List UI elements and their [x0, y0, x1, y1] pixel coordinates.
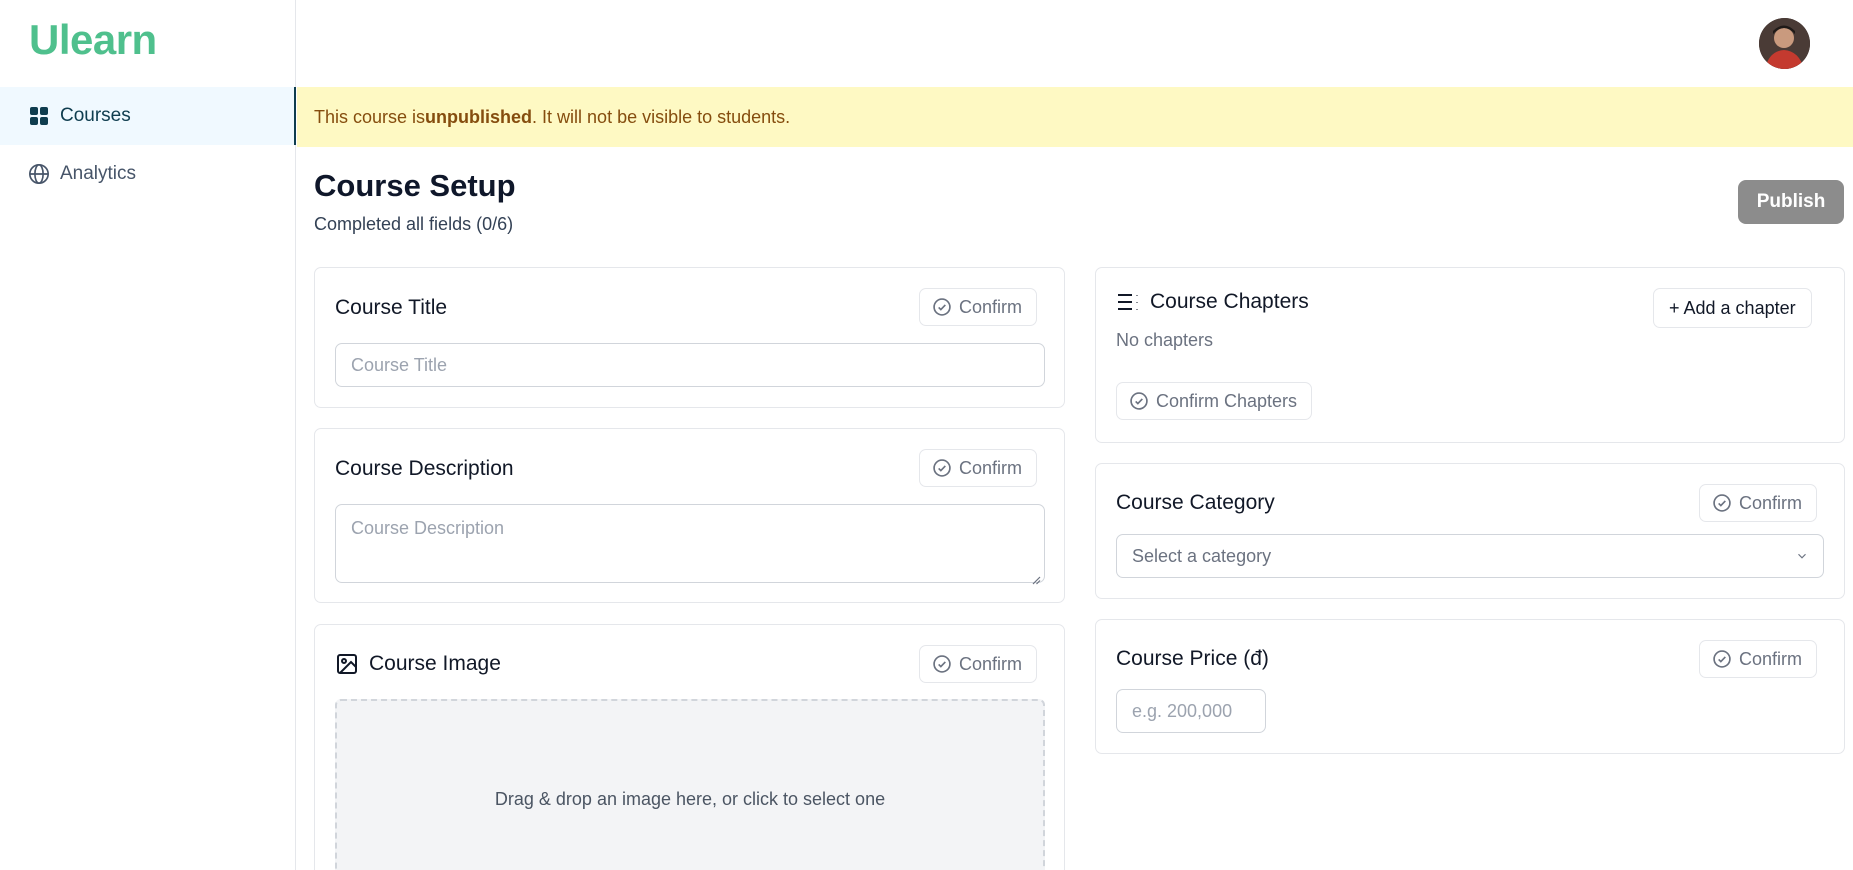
course-category-label: Course Category: [1116, 491, 1275, 514]
confirm-title-button[interactable]: Confirm: [919, 288, 1038, 326]
course-image-heading: Course Image: [335, 652, 501, 676]
course-title-label: Course Title: [335, 296, 448, 319]
course-price-card: Course Price (đ) Confirm e.g. 200,000: [1095, 619, 1845, 754]
confirm-category-button[interactable]: Confirm: [1699, 484, 1818, 522]
confirm-label: Confirm: [1739, 492, 1803, 513]
course-description-card: Course Description Confirm Course Descri…: [314, 428, 1065, 603]
course-title-card: Course Title Confirm Course Title: [314, 267, 1065, 408]
course-price-label: Course Price (đ): [1116, 647, 1269, 670]
sidebar-item-label: Courses: [60, 105, 131, 126]
description-placeholder: Course Description: [351, 518, 505, 538]
check-circle-icon: [1712, 493, 1732, 513]
avatar[interactable]: [1759, 18, 1810, 69]
confirm-label: Confirm Chapters: [1156, 390, 1298, 411]
list-icon: [1116, 290, 1140, 314]
course-image-card: Course Image Confirm Drag & drop an imag…: [314, 624, 1065, 870]
page-title: Course Setup: [314, 168, 516, 203]
chevron-down-icon: [1795, 549, 1809, 563]
course-chapters-card: Course Chapters + Add a chapter No chapt…: [1095, 267, 1845, 443]
confirm-label: Confirm: [959, 296, 1023, 317]
dashboard-grid-icon: [28, 105, 50, 127]
sidebar-item-courses[interactable]: Courses: [0, 87, 296, 145]
sidebar: Ulearn Courses Analytics: [0, 0, 296, 870]
banner-suffix: . It will not be visible to students.: [532, 106, 791, 127]
globe-icon: [28, 163, 50, 185]
sidebar-item-analytics[interactable]: Analytics: [0, 145, 296, 203]
image-dropzone[interactable]: Drag & drop an image here, or click to s…: [335, 699, 1045, 870]
check-circle-icon: [1129, 391, 1149, 411]
course-image-label: Course Image: [369, 652, 501, 675]
check-circle-icon: [932, 654, 952, 674]
banner-status: unpublished: [425, 106, 533, 127]
course-price-input[interactable]: e.g. 200,000: [1116, 689, 1266, 733]
publish-button[interactable]: Publish: [1738, 180, 1844, 224]
category-selected-value: Select a category: [1132, 545, 1272, 566]
course-chapters-label: Course Chapters: [1150, 290, 1309, 313]
app-logo[interactable]: Ulearn: [29, 16, 157, 64]
confirm-label: Confirm: [959, 457, 1023, 478]
no-chapters-text: No chapters: [1116, 330, 1214, 350]
category-select[interactable]: Select a category: [1116, 534, 1824, 578]
add-chapter-button[interactable]: + Add a chapter: [1653, 288, 1812, 328]
course-category-card: Course Category Confirm Select a categor…: [1095, 463, 1845, 599]
course-title-input[interactable]: Course Title: [335, 343, 1045, 387]
sidebar-item-label: Analytics: [60, 163, 137, 184]
confirm-chapters-button[interactable]: Confirm Chapters: [1116, 382, 1313, 420]
confirm-price-button[interactable]: Confirm: [1699, 640, 1818, 678]
confirm-label: Confirm: [1739, 648, 1803, 669]
check-circle-icon: [932, 458, 952, 478]
confirm-label: Confirm: [959, 653, 1023, 674]
completion-status: Completed all fields (0/6): [314, 214, 514, 234]
confirm-description-button[interactable]: Confirm: [919, 449, 1038, 487]
confirm-image-button[interactable]: Confirm: [919, 645, 1038, 683]
course-description-label: Course Description: [335, 457, 514, 480]
banner-prefix: This course is: [314, 106, 426, 127]
image-icon: [335, 652, 359, 676]
dropzone-text: Drag & drop an image here, or click to s…: [494, 788, 886, 809]
check-circle-icon: [932, 297, 952, 317]
unpublished-banner: This course is unpublished. It will not …: [297, 87, 1853, 147]
check-circle-icon: [1712, 649, 1732, 669]
resize-handle-icon[interactable]: [1031, 569, 1041, 585]
course-chapters-heading: Course Chapters: [1116, 290, 1309, 314]
course-description-textarea[interactable]: Course Description: [335, 504, 1045, 585]
